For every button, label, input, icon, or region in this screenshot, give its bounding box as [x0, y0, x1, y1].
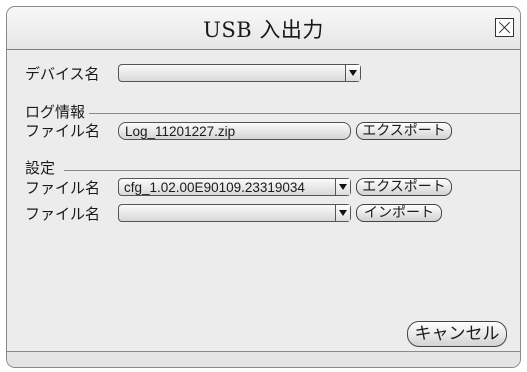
title-bar: USB 入出力 [7, 7, 520, 50]
device-label: デバイス名 [25, 65, 100, 83]
chevron-down-icon[interactable] [335, 205, 350, 221]
bottom-bar [7, 351, 520, 367]
settings-file-select-2[interactable] [118, 204, 351, 222]
settings-file-select-1[interactable]: cfg_1.02.00E90109.23319034 [118, 178, 351, 196]
usb-io-dialog: USB 入出力 デバイス名 ログ情報 ファイル名 Log_11201227.zi… [6, 6, 521, 368]
log-export-button[interactable]: エクスポート [356, 122, 452, 140]
log-file-label: ファイル名 [25, 122, 101, 140]
close-icon[interactable] [495, 18, 514, 37]
log-section-divider [89, 113, 520, 114]
dialog-title: USB 入出力 [203, 18, 324, 42]
log-file-field[interactable]: Log_11201227.zip [118, 122, 351, 140]
settings-section-heading: 設定 [25, 159, 56, 177]
log-section-heading: ログ情報 [25, 103, 86, 121]
settings-export-button[interactable]: エクスポート [356, 178, 452, 196]
settings-file-label-1: ファイル名 [25, 179, 101, 197]
settings-file-label-2: ファイル名 [25, 205, 101, 223]
settings-file-value-1: cfg_1.02.00E90109.23319034 [124, 180, 305, 195]
chevron-down-icon[interactable] [345, 65, 360, 81]
cancel-button[interactable]: キャンセル [407, 321, 507, 347]
settings-section-divider [64, 170, 520, 171]
settings-import-button[interactable]: インポート [356, 204, 442, 222]
chevron-down-icon[interactable] [335, 179, 350, 195]
device-select[interactable] [118, 64, 361, 82]
log-file-value: Log_11201227.zip [125, 124, 236, 139]
